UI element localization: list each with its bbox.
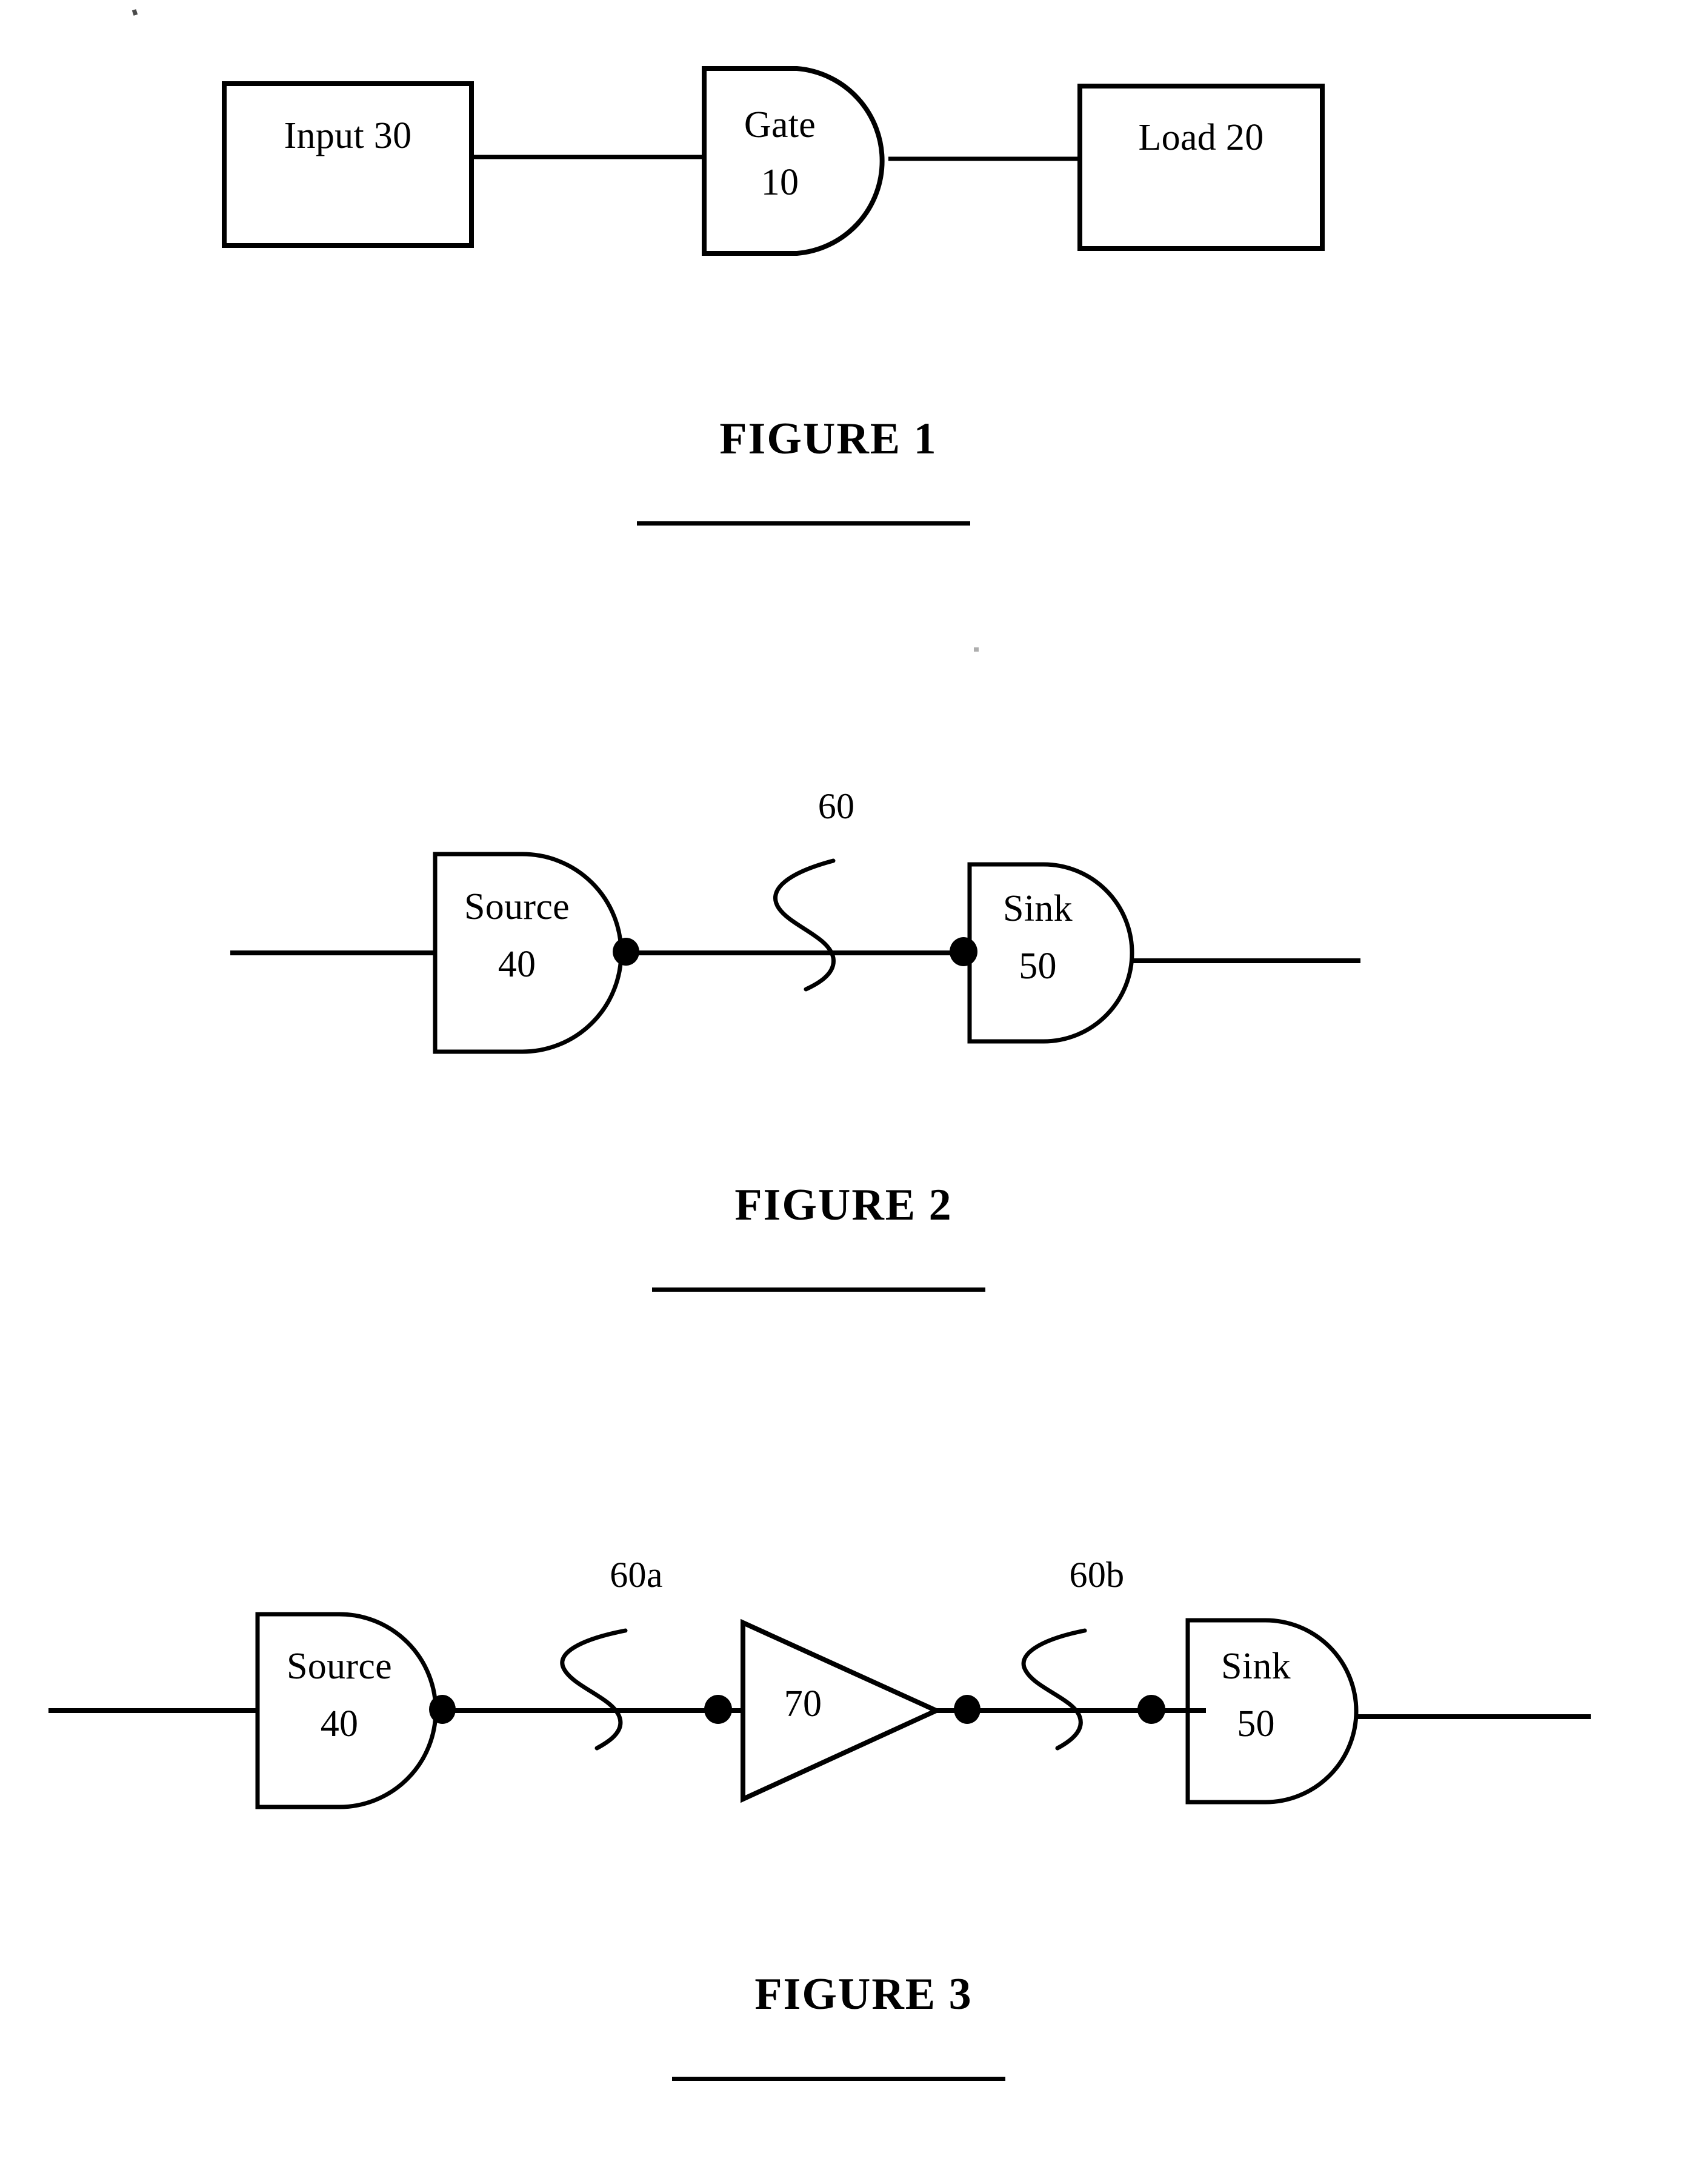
figure-1-group <box>222 66 1325 256</box>
drawing-canvas <box>48 66 1591 1809</box>
gate-10-label-line1: Gate <box>744 104 816 145</box>
net-60-label: 60 <box>817 786 855 826</box>
net-60a-leader-squiggle <box>560 1628 628 1751</box>
net-60b-buffer-dot <box>954 1695 981 1724</box>
input-30-box <box>222 81 474 248</box>
net-60b-leader-squiggle <box>1021 1628 1087 1751</box>
net-60a-source-dot <box>429 1695 456 1724</box>
gate-10-label-line2: 10 <box>761 162 799 203</box>
figure-1-caption: FIGURE 1 <box>637 362 970 629</box>
buffer-70-label: 70 <box>784 1683 822 1725</box>
sink-50-label-line2-fig2: 50 <box>1019 946 1057 987</box>
net-60-leader-squiggle <box>773 858 836 992</box>
net-60b-sink-dot <box>1137 1695 1165 1724</box>
sink-50-label-line1-fig3: Sink <box>1221 1646 1291 1687</box>
figure-2-caption-underline <box>652 1287 985 1292</box>
figure-2-caption-text: FIGURE 2 <box>734 1180 953 1230</box>
net-60-source-dot <box>613 938 639 966</box>
figure-2-group <box>230 852 1360 1054</box>
load-20-label: Load 20 <box>1138 117 1264 158</box>
patent-drawing-sheet: Input 30 Gate 10 Load 20 FIGURE 1 Source… <box>0 0 1698 2081</box>
figure-2-caption: FIGURE 2 <box>652 1128 985 1395</box>
source-40-label-line2-fig3: 40 <box>320 1703 359 1745</box>
sink-50-label-line1-fig2: Sink <box>1003 888 1073 929</box>
gate-10-shape <box>702 66 885 256</box>
net-60a-label: 60a <box>610 1555 663 1595</box>
sink-50-label-line2-fig3: 50 <box>1237 1703 1275 1745</box>
figure-3-caption-text: FIGURE 3 <box>754 1969 973 2019</box>
source-40-label-line2-fig2: 40 <box>498 944 536 985</box>
figure-3-caption-underline <box>672 2077 1005 2081</box>
source-40-label-line1-fig2: Source <box>464 886 570 927</box>
source-40-label-line1-fig3: Source <box>287 1646 392 1687</box>
load-20-box <box>1077 84 1325 251</box>
figure-1-caption-underline <box>637 521 970 526</box>
figure-3-caption: FIGURE 3 <box>672 1917 1005 2184</box>
input-30-label: Input 30 <box>284 115 412 156</box>
net-60a-buffer-dot <box>704 1695 732 1724</box>
net-60b-label: 60b <box>1069 1555 1125 1595</box>
figure-1-caption-text: FIGURE 1 <box>719 414 937 464</box>
